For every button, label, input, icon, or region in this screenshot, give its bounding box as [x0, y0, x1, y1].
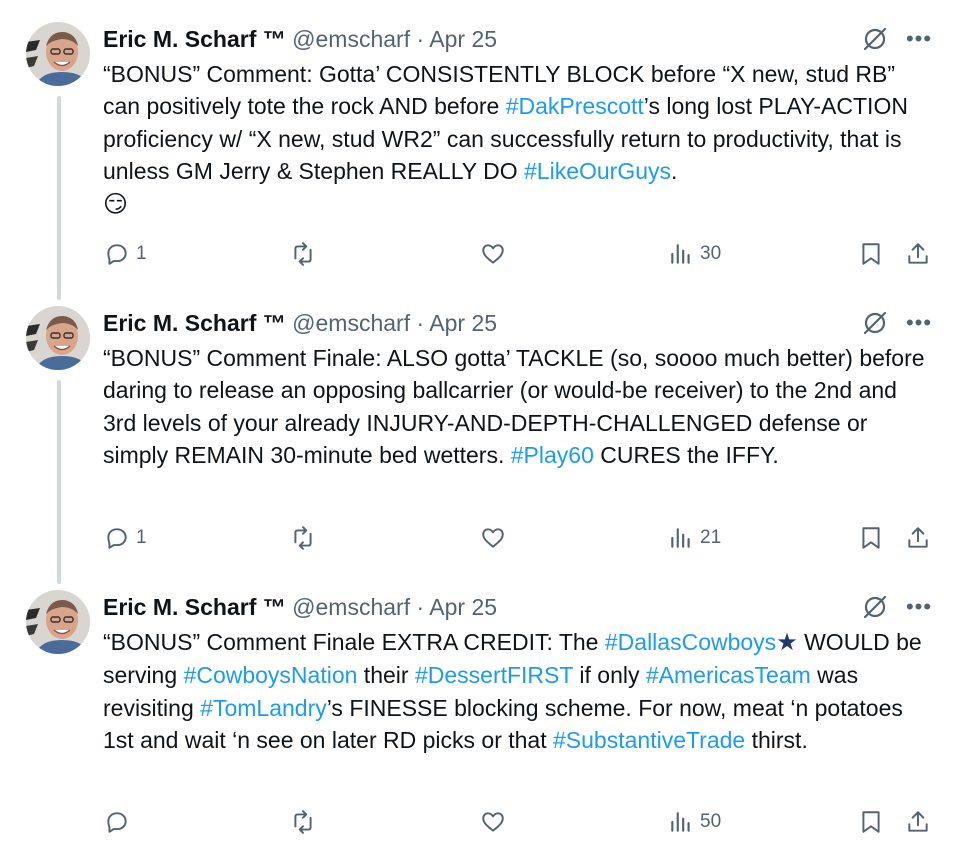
reply-icon — [107, 812, 127, 833]
heart-icon — [482, 528, 504, 548]
hashtag-link[interactable]: #TomLandry — [200, 695, 327, 721]
author-name[interactable]: Eric M. Scharf ™ — [103, 26, 286, 52]
more-options-icon[interactable]: ••• — [904, 592, 934, 622]
heart-icon — [482, 244, 504, 264]
share-button[interactable] — [905, 522, 931, 554]
grok-icon[interactable] — [862, 310, 888, 336]
bookmark-icon — [862, 527, 880, 549]
views-button[interactable]: 30 — [668, 238, 721, 270]
separator: · — [416, 26, 425, 52]
hashtag-link[interactable]: #CowboysNation — [184, 662, 358, 688]
repost-button[interactable] — [290, 238, 316, 270]
bookmark-icon — [862, 243, 880, 265]
hashtag-link[interactable]: #SubstantiveTrade — [553, 727, 745, 753]
reply-button[interactable] — [104, 806, 136, 838]
author-name[interactable]: Eric M. Scharf ™ — [103, 310, 286, 336]
repost-icon — [294, 810, 312, 834]
smirk-emoji-icon: 😏 — [103, 190, 129, 218]
tweet[interactable]: Eric M. Scharf ™ @emscharf · Apr 25 ••• … — [0, 22, 960, 282]
grok-icon[interactable] — [862, 26, 888, 52]
avatar-photo-icon — [26, 306, 90, 370]
avatar-photo-icon — [26, 22, 90, 86]
reply-icon — [107, 244, 127, 265]
view-count: 30 — [700, 243, 722, 264]
grok-icon[interactable] — [862, 594, 888, 620]
share-button[interactable] — [905, 806, 931, 838]
tweet-date[interactable]: Apr 25 — [429, 594, 497, 620]
share-icon — [908, 243, 928, 264]
author-handle[interactable]: @emscharf — [292, 594, 410, 620]
action-bar: 1 30 — [0, 238, 960, 270]
bookmark-button[interactable] — [858, 806, 884, 838]
tweet-date[interactable]: Apr 25 — [429, 310, 497, 336]
avatar-photo-icon — [26, 590, 90, 654]
repost-button[interactable] — [290, 522, 316, 554]
more-options-icon[interactable]: ••• — [904, 308, 934, 338]
hashtag-link[interactable]: #DessertFIRST — [415, 662, 573, 688]
hashtag-link[interactable]: #AmericasTeam — [646, 662, 811, 688]
tweet-text-segment: their — [357, 662, 415, 689]
tweet-text-segment: if only — [573, 662, 646, 689]
view-count: 50 — [700, 811, 722, 832]
action-bar: 50 — [0, 806, 960, 838]
separator: · — [416, 594, 425, 620]
views-button[interactable]: 50 — [668, 806, 721, 838]
tweet-header: Eric M. Scharf ™ @emscharf · Apr 25 — [103, 22, 497, 56]
tweet-date[interactable]: Apr 25 — [429, 26, 497, 52]
tweet-text-segment: “BONUS” Comment Finale EXTRA CREDIT: The — [103, 629, 605, 655]
reply-button[interactable]: 1 — [104, 238, 147, 270]
share-icon — [908, 811, 928, 832]
heart-icon — [482, 812, 504, 832]
views-button[interactable]: 21 — [668, 522, 721, 554]
reply-count: 1 — [136, 243, 147, 264]
view-count: 21 — [700, 527, 722, 548]
more-options-icon[interactable]: ••• — [904, 24, 934, 54]
cowboys-star-icon: ★ — [776, 629, 798, 656]
repost-button[interactable] — [290, 806, 316, 838]
reply-icon — [107, 528, 127, 549]
tweet-text-segment: . — [671, 158, 678, 185]
share-icon — [908, 527, 928, 548]
reply-count: 1 — [136, 527, 147, 548]
like-button[interactable] — [480, 238, 506, 270]
views-icon — [671, 244, 690, 264]
bookmark-button[interactable] — [858, 522, 884, 554]
views-icon — [671, 528, 690, 548]
action-bar: 1 21 — [0, 522, 960, 554]
tweet-text: “BONUS” Comment Finale EXTRA CREDIT: The… — [103, 626, 933, 757]
avatar[interactable] — [26, 22, 90, 86]
share-button[interactable] — [905, 238, 931, 270]
avatar[interactable] — [26, 590, 90, 654]
repost-icon — [294, 526, 312, 550]
author-handle[interactable]: @emscharf — [292, 26, 410, 52]
tweet-header: Eric M. Scharf ™ @emscharf · Apr 25 — [103, 306, 497, 340]
hashtag-link[interactable]: #LikeOurGuys — [524, 158, 671, 184]
tweet[interactable]: Eric M. Scharf ™ @emscharf · Apr 25 ••• … — [0, 306, 960, 566]
hashtag-link[interactable]: #DallasCowboys — [605, 629, 776, 655]
author-name[interactable]: Eric M. Scharf ™ — [103, 594, 286, 620]
author-handle[interactable]: @emscharf — [292, 310, 410, 336]
repost-icon — [294, 242, 312, 266]
reply-button[interactable]: 1 — [104, 522, 147, 554]
hashtag-link[interactable]: #DakPrescott — [506, 93, 644, 119]
bookmark-button[interactable] — [858, 238, 884, 270]
tweet-text-segment: CURES the IFFY. — [593, 442, 779, 469]
tweet-text: “BONUS” Comment: Gotta’ CONSISTENTLY BLO… — [103, 58, 933, 221]
separator: · — [416, 310, 425, 336]
tweet-text-segment: thirst. — [745, 727, 808, 754]
tweet-header: Eric M. Scharf ™ @emscharf · Apr 25 — [103, 590, 497, 624]
avatar[interactable] — [26, 306, 90, 370]
like-button[interactable] — [480, 806, 506, 838]
like-button[interactable] — [480, 522, 506, 554]
views-icon — [671, 812, 690, 832]
tweet-text: “BONUS” Comment Finale: ALSO gotta’ TACK… — [103, 342, 933, 472]
hashtag-link[interactable]: #Play60 — [511, 442, 594, 468]
tweet[interactable]: Eric M. Scharf ™ @emscharf · Apr 25 ••• … — [0, 590, 960, 850]
bookmark-icon — [862, 811, 880, 833]
